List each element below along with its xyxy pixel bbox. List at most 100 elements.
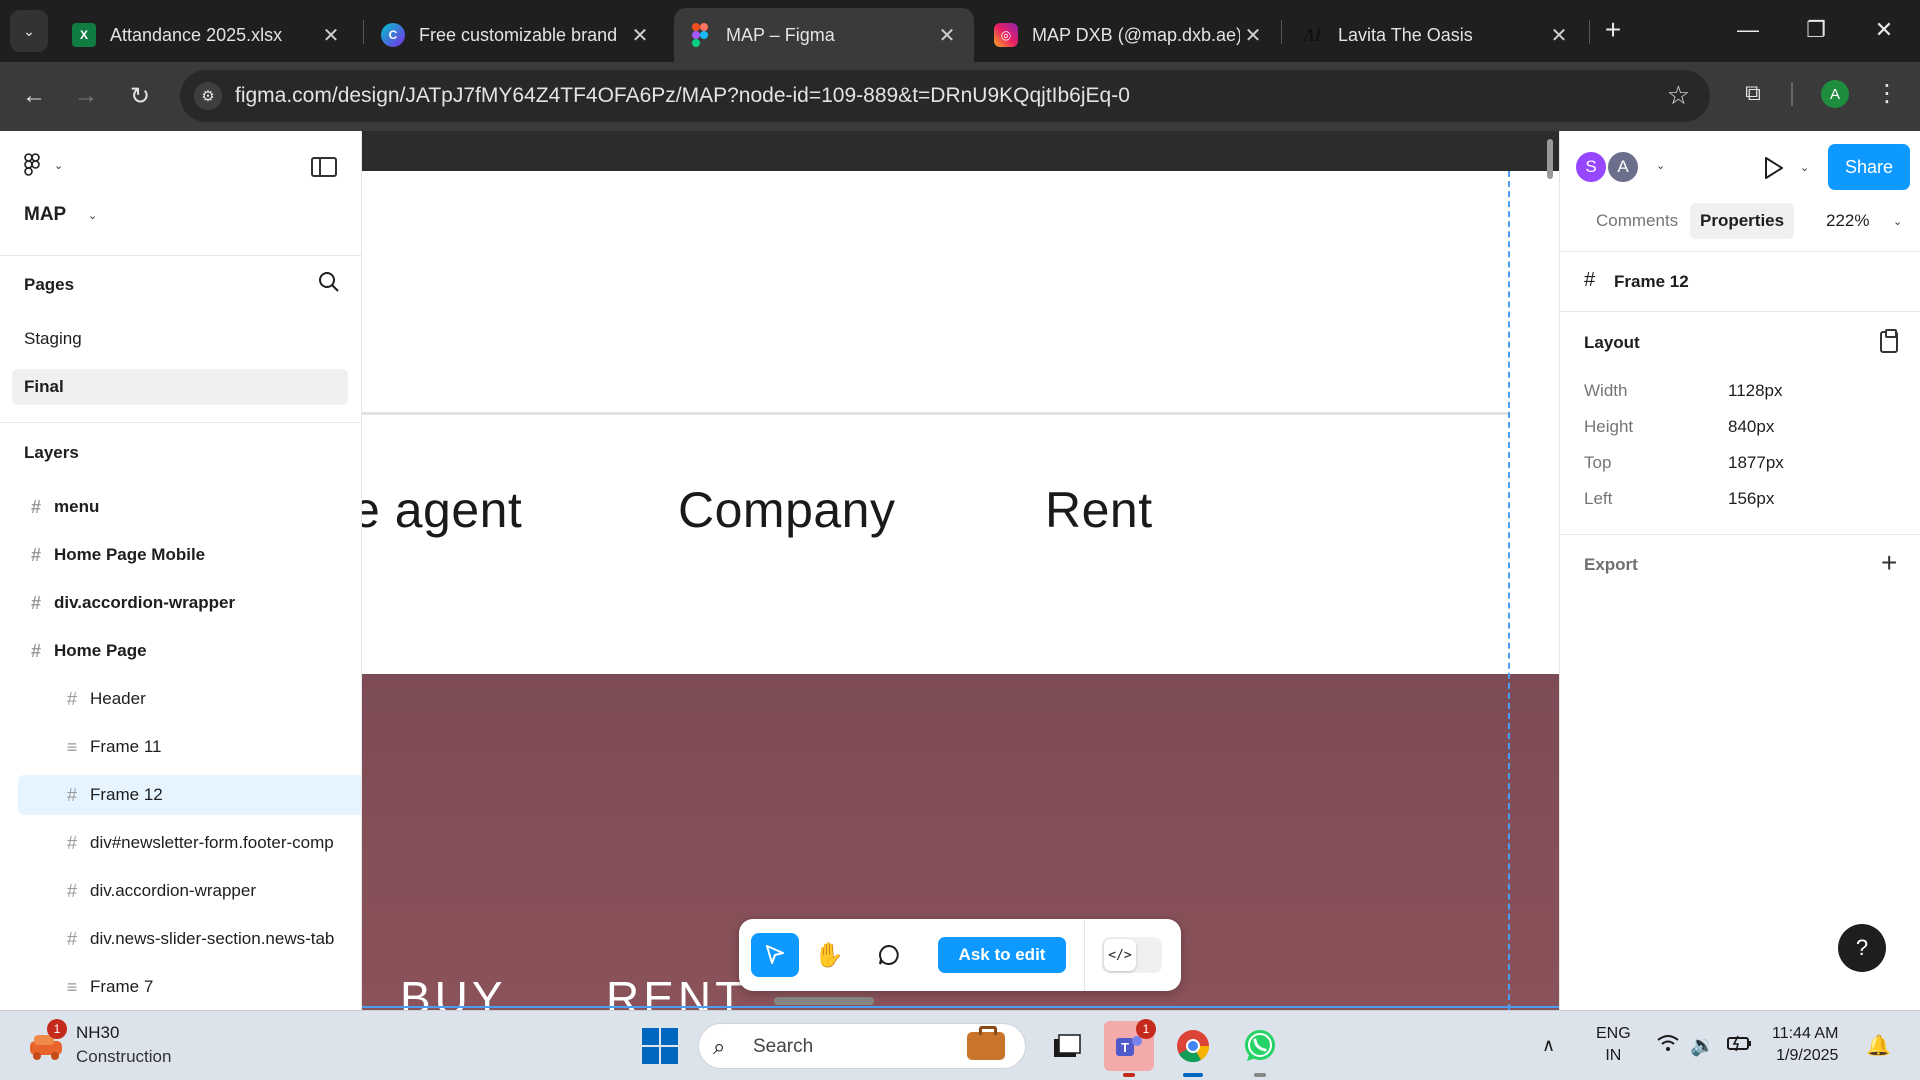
frame-icon: # <box>30 592 41 613</box>
browser-menu-icon[interactable]: ⋮ <box>1872 76 1902 110</box>
layer-item[interactable]: # menu <box>18 487 361 527</box>
address-bar[interactable]: ⚙ figma.com/design/JATpJ7fMY64Z4TF4OFA6P… <box>180 70 1710 122</box>
layer-item[interactable]: ≡ Frame 7 <box>18 967 361 1007</box>
comment-icon <box>879 944 899 965</box>
layer-item[interactable]: # div.accordion-wrapper <box>18 871 361 911</box>
extensions-icon[interactable]: ⧉ <box>1736 76 1770 110</box>
show-hidden-icons[interactable]: ∧ <box>1542 1035 1555 1056</box>
close-window-button[interactable]: ✕ <box>1854 8 1914 52</box>
help-button[interactable]: ? <box>1838 924 1886 972</box>
toolbar-separator <box>1084 919 1085 991</box>
browser-tab-lavita[interactable]: Ʌl Lavita The Oasis ✕ <box>1286 8 1586 62</box>
chrome-app[interactable] <box>1168 1021 1218 1077</box>
new-tab-button[interactable]: + <box>1595 12 1631 48</box>
volume-icon[interactable]: 🔉 <box>1690 1033 1715 1058</box>
share-button[interactable]: Share <box>1828 144 1910 190</box>
divider <box>0 255 361 256</box>
design-canvas[interactable]: e agent Company Rent BUY RENT ✋ Ask to e… <box>362 131 1559 1010</box>
layer-item[interactable]: # div.news-slider-section.news-tab <box>18 919 361 959</box>
teams-app[interactable]: T 1 <box>1104 1019 1156 1077</box>
frame-icon: # <box>66 688 77 709</box>
chevron-down-icon[interactable]: ⌄ <box>1893 215 1902 228</box>
search-icon[interactable] <box>318 271 340 293</box>
close-icon[interactable]: ✕ <box>1546 22 1572 48</box>
frame-icon: # <box>30 640 41 661</box>
page-item-staging[interactable]: Staging <box>12 321 348 357</box>
browser-tab-excel[interactable]: X Attandance 2025.xlsx ✕ <box>58 8 358 62</box>
copy-properties-icon[interactable] <box>1880 329 1898 353</box>
active-indicator <box>1123 1073 1135 1077</box>
taskbar-search[interactable]: ⌕ Search <box>698 1023 1026 1069</box>
layer-item[interactable]: # Home Page Mobile <box>18 535 361 575</box>
bookmark-star-icon[interactable]: ☆ <box>1667 80 1690 111</box>
dev-mode-toggle[interactable]: </> <box>1102 937 1162 973</box>
horizontal-scrollbar[interactable] <box>774 997 874 1005</box>
layer-item-selected[interactable]: # Frame 12 <box>18 775 361 815</box>
zoom-level[interactable]: 222% <box>1826 211 1869 231</box>
browser-tab-instagram[interactable]: ◎ MAP DXB (@map.dxb.ae) ✕ <box>980 8 1280 62</box>
tab-title: Attandance 2025.xlsx <box>110 24 283 45</box>
start-button[interactable] <box>642 1028 678 1064</box>
browser-tab-figma[interactable]: MAP – Figma ✕ <box>674 8 974 62</box>
widget-title[interactable]: NH30 <box>76 1023 119 1043</box>
left-value[interactable]: 156px <box>1728 489 1774 509</box>
frame-icon: # <box>30 544 41 565</box>
top-value[interactable]: 1877px <box>1728 453 1784 473</box>
wifi-icon[interactable] <box>1656 1033 1680 1059</box>
chevron-down-icon[interactable]: ⌄ <box>1656 159 1665 172</box>
widget-subtitle[interactable]: Construction <box>76 1047 171 1067</box>
layer-label: div.news-slider-section.news-tab <box>90 929 335 948</box>
close-icon[interactable]: ✕ <box>1240 22 1266 48</box>
site-info-icon[interactable]: ⚙ <box>194 82 222 110</box>
avatar[interactable]: S <box>1574 150 1608 184</box>
present-play-icon[interactable] <box>1760 155 1786 181</box>
divider <box>1560 251 1920 252</box>
chevron-down-icon[interactable]: ⌄ <box>54 159 63 172</box>
vertical-scrollbar[interactable] <box>1547 139 1553 179</box>
sidebar-toggle-icon[interactable] <box>311 157 337 177</box>
page-item-final[interactable]: Final <box>12 369 348 405</box>
layer-label: Frame 7 <box>90 977 154 996</box>
figma-menu-icon[interactable] <box>24 153 40 183</box>
layer-item[interactable]: # div.accordion-wrapper <box>18 583 361 623</box>
battery-icon[interactable] <box>1726 1033 1752 1059</box>
layer-item[interactable]: # div#newsletter-form.footer-comp <box>18 823 361 863</box>
width-value[interactable]: 1128px <box>1728 381 1783 401</box>
forward-button[interactable]: → <box>66 76 106 116</box>
tab-search-button[interactable]: ⌄ <box>10 10 48 52</box>
search-icon: ⌕ <box>713 1034 726 1059</box>
layer-item[interactable]: ≡ Frame 11 <box>18 727 361 767</box>
layer-item[interactable]: # Header <box>18 679 361 719</box>
reload-button[interactable]: ↻ <box>120 76 160 116</box>
frame-icon: # <box>66 928 77 949</box>
close-icon[interactable]: ✕ <box>318 22 344 48</box>
file-explorer-app[interactable] <box>1042 1021 1092 1071</box>
close-icon[interactable]: ✕ <box>934 22 960 48</box>
browser-tab-canva[interactable]: C Free customizable brand ✕ <box>367 8 667 62</box>
chevron-down-icon[interactable]: ⌄ <box>1800 161 1809 174</box>
minimize-button[interactable]: — <box>1718 8 1778 52</box>
file-name[interactable]: MAP <box>24 204 66 226</box>
comment-tool-button[interactable] <box>865 933 913 977</box>
language-indicator[interactable]: ENG IN <box>1596 1023 1631 1067</box>
close-icon[interactable]: ✕ <box>627 22 653 48</box>
layer-label: Frame 11 <box>90 737 162 756</box>
avatar[interactable]: A <box>1606 150 1640 184</box>
clock[interactable]: 11:44 AM 1/9/2025 <box>1772 1023 1838 1067</box>
back-button[interactable]: ← <box>14 76 54 116</box>
tab-properties[interactable]: Properties <box>1690 203 1795 239</box>
height-value[interactable]: 840px <box>1728 417 1774 437</box>
hand-tool-button[interactable]: ✋ <box>805 933 853 977</box>
layer-item[interactable]: # Home Page <box>18 631 361 671</box>
whatsapp-app[interactable] <box>1235 1021 1285 1077</box>
profile-avatar[interactable]: A <box>1821 80 1849 108</box>
notifications-icon[interactable]: 🔔 <box>1866 1033 1891 1058</box>
move-tool-button[interactable] <box>751 933 799 977</box>
chevron-down-icon[interactable]: ⌄ <box>88 209 97 222</box>
ask-to-edit-button[interactable]: Ask to edit <box>938 937 1066 973</box>
canvas-menu-item: e agent <box>362 482 523 538</box>
tab-comments[interactable]: Comments <box>1586 203 1688 239</box>
add-export-icon[interactable]: + <box>1881 549 1897 577</box>
restore-button[interactable]: ❐ <box>1786 8 1846 52</box>
canvas-divider-line <box>362 412 1510 415</box>
